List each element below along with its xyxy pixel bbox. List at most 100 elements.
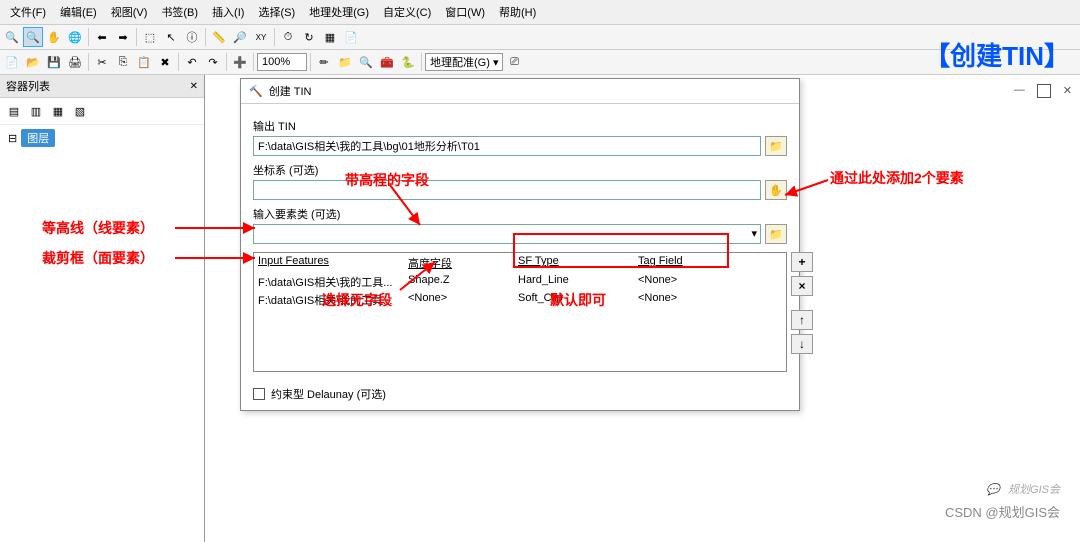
refresh-icon[interactable]: ↻ [299, 27, 319, 47]
pointer-icon[interactable]: ↖ [161, 27, 181, 47]
html-icon[interactable]: 📄 [341, 27, 361, 47]
toolbar-2: 📄 📂 💾 🖨 ✂ ⎘ 📋 ✖ ↶ ↷ ➕ 100% ✏ 📁 🔍 🧰 🐍 地理配… [0, 50, 1080, 75]
pan-icon[interactable]: ✋ [44, 27, 64, 47]
watermark-text: 规划GIS会 [1008, 481, 1060, 497]
editor-icon[interactable]: ✏ [314, 52, 334, 72]
find-icon[interactable]: 🔎 [230, 27, 250, 47]
table-icon[interactable]: ▦ [320, 27, 340, 47]
delaunay-checkbox[interactable] [253, 388, 265, 400]
prev-extent-icon[interactable]: ⬅ [92, 27, 112, 47]
new-icon[interactable]: 📄 [2, 52, 22, 72]
measure-icon[interactable]: 📏 [209, 27, 229, 47]
undo-icon[interactable]: ↶ [182, 52, 202, 72]
input-features-combo[interactable] [253, 224, 761, 244]
print-icon[interactable]: 🖨 [65, 52, 85, 72]
col-tag-field: Tag Field [638, 255, 708, 271]
search-icon[interactable]: 🔍 [356, 52, 376, 72]
output-tin-input[interactable] [253, 136, 761, 156]
feature-table-header: Input Features 高度字段 SF Type Tag Field [254, 253, 786, 273]
toc-mode-icons: ▤ ▥ ▦ ▧ [0, 98, 204, 125]
output-tin-label: 输出 TIN [253, 118, 787, 134]
zoom-out-icon[interactable]: 🔍 [23, 27, 43, 47]
paste-icon[interactable]: 📋 [134, 52, 154, 72]
anno-add-feat: 通过此处添加2个要素 [830, 168, 964, 188]
feature-table[interactable]: Input Features 高度字段 SF Type Tag Field F:… [253, 252, 787, 372]
dialog-title-text: 创建 TIN [269, 83, 312, 99]
remove-row-button[interactable]: × [791, 276, 813, 296]
toc-list-draw-icon[interactable]: ▤ [4, 101, 24, 121]
select-icon[interactable]: ⬚ [140, 27, 160, 47]
toc-list-sel-icon[interactable]: ▧ [70, 101, 90, 121]
menu-view[interactable]: 视图(V) [105, 2, 154, 22]
save-icon[interactable]: 💾 [44, 52, 64, 72]
cs-input[interactable] [253, 180, 761, 200]
toc-list-vis-icon[interactable]: ▦ [48, 101, 68, 121]
table-row[interactable]: F:\data\GIS相关\我的工具... Shape.Z Hard_Line … [254, 273, 786, 291]
next-extent-icon[interactable]: ➡ [113, 27, 133, 47]
dialog-window-buttons: — ✕ [1014, 84, 1072, 98]
catalog-icon[interactable]: 📁 [335, 52, 355, 72]
menu-file[interactable]: 文件(F) [4, 2, 52, 22]
zoom-combo[interactable]: 100% [257, 53, 307, 71]
move-up-button[interactable]: ↑ [791, 310, 813, 330]
cut-icon[interactable]: ✂ [92, 52, 112, 72]
full-extent-icon[interactable]: 🌐 [65, 27, 85, 47]
anno-default-ok: 默认即可 [550, 290, 606, 310]
maximize-icon[interactable] [1037, 84, 1051, 98]
minus-icon: ⊟ [8, 132, 17, 145]
python-icon[interactable]: 🐍 [398, 52, 418, 72]
layer-label: 图层 [21, 129, 55, 147]
add-row-button[interactable]: + [791, 252, 813, 272]
wechat-icon: 💬 [986, 483, 1000, 496]
menu-custom[interactable]: 自定义(C) [377, 2, 437, 22]
toolbox-icon[interactable]: 🧰 [377, 52, 397, 72]
copy-icon[interactable]: ⎘ [113, 52, 133, 72]
move-down-button[interactable]: ↓ [791, 334, 813, 354]
toc-panel: 容器列表 ✕ ▤ ▥ ▦ ▧ ⊟ 图层 [0, 75, 205, 542]
input-browse-button[interactable]: 📁 [765, 224, 787, 244]
banner-title: 【创建TIN】 [924, 36, 1070, 73]
close-icon[interactable]: ✕ [1063, 84, 1072, 98]
georef-tool-icon[interactable]: ⎚ [504, 52, 524, 72]
anno-no-field: 选择无字段 [322, 290, 392, 310]
anno-clip: 裁剪框（面要素） [42, 248, 154, 268]
menu-geoprocess[interactable]: 地理处理(G) [303, 2, 375, 22]
create-tin-dialog: 🔨 创建 TIN 输出 TIN 📁 坐标系 (可选) ✋ 输入要素类 (可选) … [240, 78, 800, 411]
menu-window[interactable]: 窗口(W) [439, 2, 491, 22]
toc-root-node[interactable]: ⊟ 图层 [0, 125, 204, 151]
csdn-credit: CSDN @规划GIS会 [945, 502, 1060, 521]
open-icon[interactable]: 📂 [23, 52, 43, 72]
menu-select[interactable]: 选择(S) [252, 2, 301, 22]
arrow-clip [175, 252, 265, 264]
input-features-label: 输入要素类 (可选) [253, 206, 787, 222]
zoom-in-icon[interactable]: 🔍 [2, 27, 22, 47]
time-icon[interactable]: ⏱ [278, 27, 298, 47]
toc-list-source-icon[interactable]: ▥ [26, 101, 46, 121]
toc-title-text: 容器列表 [6, 78, 50, 94]
delaunay-row[interactable]: 约束型 Delaunay (可选) [253, 386, 787, 402]
arrow-contour [175, 222, 265, 234]
xy-icon[interactable]: XY [251, 27, 271, 47]
toc-pin-icon[interactable]: ✕ [190, 81, 198, 92]
toolbar-1: 🔍 🔍 ✋ 🌐 ⬅ ➡ ⬚ ↖ ⓘ 📏 🔎 XY ⏱ ↻ ▦ 📄 [0, 25, 1080, 50]
georef-dropdown[interactable]: 地理配准(G) ▾ [425, 53, 503, 71]
arrow-addfeat [783, 175, 833, 200]
add-data-icon[interactable]: ➕ [230, 52, 250, 72]
redo-icon[interactable]: ↷ [203, 52, 223, 72]
watermark: 💬 规划GIS会 [986, 481, 1060, 497]
menu-help[interactable]: 帮助(H) [493, 2, 542, 22]
output-browse-button[interactable]: 📁 [765, 136, 787, 156]
menu-insert[interactable]: 插入(I) [206, 2, 250, 22]
menu-bookmark[interactable]: 书签(B) [155, 2, 204, 22]
cs-label: 坐标系 (可选) [253, 162, 787, 178]
toc-title-bar: 容器列表 ✕ [0, 75, 204, 98]
dropdown-icon[interactable]: ▾ [751, 227, 757, 240]
identify-icon[interactable]: ⓘ [182, 27, 202, 47]
menu-edit[interactable]: 编辑(E) [54, 2, 103, 22]
hammer-icon: 🔨 [249, 85, 263, 98]
minimize-icon[interactable]: — [1014, 84, 1025, 98]
delete-icon[interactable]: ✖ [155, 52, 175, 72]
dialog-titlebar: 🔨 创建 TIN [241, 79, 799, 104]
col-sf-type: SF Type [518, 255, 638, 271]
delaunay-label: 约束型 Delaunay (可选) [271, 386, 386, 402]
